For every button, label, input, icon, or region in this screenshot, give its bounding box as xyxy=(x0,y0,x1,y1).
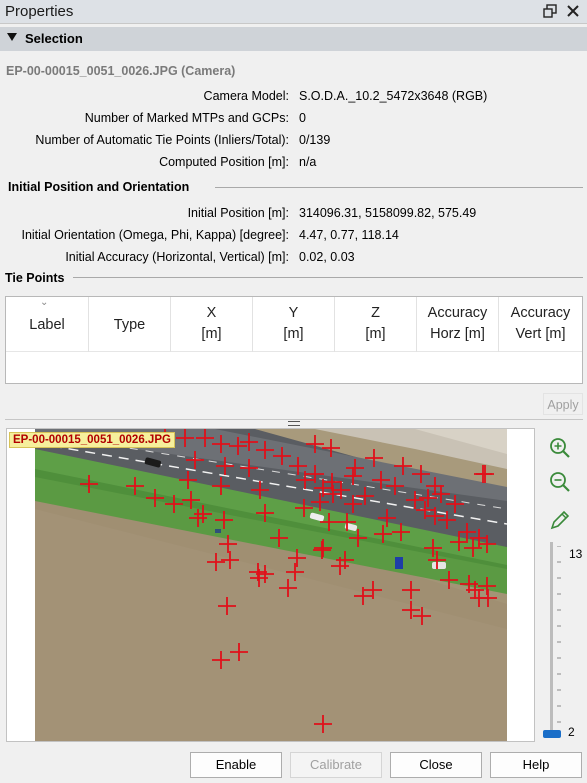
col-z[interactable]: Z [m] xyxy=(335,297,417,352)
computed-pos-row: Computed Position [m]: n/a xyxy=(0,155,587,175)
col-accuracy-vert[interactable]: Accuracy Vert [m] xyxy=(499,297,582,352)
initial-accuracy-row: Initial Accuracy (Horizontal, Vertical) … xyxy=(0,250,587,270)
camera-model-row: Camera Model: S.O.D.A._10.2_5472x3648 (R… xyxy=(0,89,587,109)
viewer-toolbar: 13 2 xyxy=(540,428,587,742)
computed-pos-value: n/a xyxy=(299,155,317,169)
col-type[interactable]: Type xyxy=(89,297,171,352)
title-bar: Properties xyxy=(0,0,587,24)
initial-orientation-row: Initial Orientation (Omega, Phi, Kappa) … xyxy=(0,228,587,248)
splitter-grip-icon[interactable] xyxy=(288,421,300,426)
tie-points-header: Tie Points xyxy=(5,271,65,285)
col-accuracy-vert-line2: Vert [m] xyxy=(515,326,566,342)
camera-model-label: Camera Model: xyxy=(203,89,289,103)
initial-position-value: 314096.31, 5158099.82, 575.49 xyxy=(299,206,477,220)
col-accuracy-horz-line2: Horz [m] xyxy=(430,326,485,342)
enable-button[interactable]: Enable xyxy=(190,752,282,778)
col-y-line1: Y xyxy=(288,305,299,321)
help-button[interactable]: Help xyxy=(490,752,582,778)
zoom-slider-ticks xyxy=(557,546,561,736)
aerial-photo[interactable] xyxy=(35,429,507,742)
selection-label: Selection xyxy=(25,31,83,46)
marked-row: Number of Marked MTPs and GCPs: 0 xyxy=(0,111,587,131)
selection-header[interactable]: Selection xyxy=(0,27,587,51)
zoom-slider-thumb[interactable] xyxy=(543,730,561,738)
zoom-in-icon[interactable] xyxy=(548,436,572,460)
col-y[interactable]: Y [m] xyxy=(253,297,335,352)
col-x[interactable]: X [m] xyxy=(171,297,253,352)
calibrate-button[interactable]: Calibrate xyxy=(290,752,382,778)
auto-tie-value: 0/139 xyxy=(299,133,331,147)
initial-position-label: Initial Position [m]: xyxy=(187,206,289,220)
zoom-out-icon[interactable] xyxy=(548,470,572,494)
image-name-label: EP-00-00015_0051_0026.JPG xyxy=(9,432,175,448)
col-z-line1: Z xyxy=(371,305,380,321)
initial-divider xyxy=(215,187,583,188)
close-icon[interactable] xyxy=(565,4,581,20)
initial-orientation-label: Initial Orientation (Omega, Phi, Kappa) … xyxy=(21,228,289,242)
initial-header: Initial Position and Orientation xyxy=(8,180,190,194)
initial-position-row: Initial Position [m]: 314096.31, 5158099… xyxy=(0,206,587,226)
image-viewer[interactable]: EP-00-00015_0051_0026.JPG xyxy=(6,428,535,742)
col-label[interactable]: Label xyxy=(6,297,89,352)
initial-accuracy-label: Initial Accuracy (Horizontal, Vertical) … xyxy=(65,250,289,264)
zoom-max-label: 13 xyxy=(569,547,583,561)
close-button[interactable]: Close xyxy=(390,752,482,778)
col-y-line2: [m] xyxy=(283,326,304,342)
zoom-slider-track[interactable] xyxy=(550,542,553,737)
properties-pane: EP-00-00015_0051_0026.JPG (Camera) Camer… xyxy=(0,51,587,415)
tie-points-table[interactable]: ⌄ Label Type X [m] Y [m] Z [m] Accuracy … xyxy=(5,296,583,384)
initial-accuracy-value: 0.02, 0.03 xyxy=(299,250,355,264)
computed-pos-label: Computed Position [m]: xyxy=(159,155,289,169)
collapse-triangle-icon[interactable] xyxy=(6,31,18,46)
col-accuracy-vert-line1: Accuracy xyxy=(510,305,571,321)
col-type-text: Type xyxy=(113,317,146,333)
auto-tie-label: Number of Automatic Tie Points (Inliers/… xyxy=(35,133,289,147)
col-accuracy-horz[interactable]: Accuracy Horz [m] xyxy=(417,297,499,352)
auto-tie-row: Number of Automatic Tie Points (Inliers/… xyxy=(0,133,587,153)
float-icon[interactable] xyxy=(542,4,558,20)
col-x-line2: [m] xyxy=(201,326,222,342)
window-title: Properties xyxy=(5,3,74,20)
marked-value: 0 xyxy=(299,111,306,125)
col-label-text: Label xyxy=(29,317,65,333)
table-header: ⌄ Label Type X [m] Y [m] Z [m] Accuracy … xyxy=(6,297,582,352)
zoom-min-label: 2 xyxy=(568,725,575,739)
tie-points-divider xyxy=(73,277,583,278)
col-accuracy-horz-line1: Accuracy xyxy=(427,305,488,321)
apply-button[interactable]: Apply xyxy=(543,393,583,415)
splitter-handle[interactable] xyxy=(5,419,583,426)
camera-title: EP-00-00015_0051_0026.JPG (Camera) xyxy=(6,64,236,78)
pencil-icon[interactable] xyxy=(548,508,572,532)
marked-label: Number of Marked MTPs and GCPs: xyxy=(84,111,289,125)
col-x-line1: X xyxy=(206,305,217,321)
col-z-line2: [m] xyxy=(365,326,386,342)
camera-model-value: S.O.D.A._10.2_5472x3648 (RGB) xyxy=(299,89,488,103)
footer-bar: Enable Calibrate Close Help xyxy=(0,750,587,783)
initial-orientation-value: 4.47, 0.77, 118.14 xyxy=(299,228,399,242)
